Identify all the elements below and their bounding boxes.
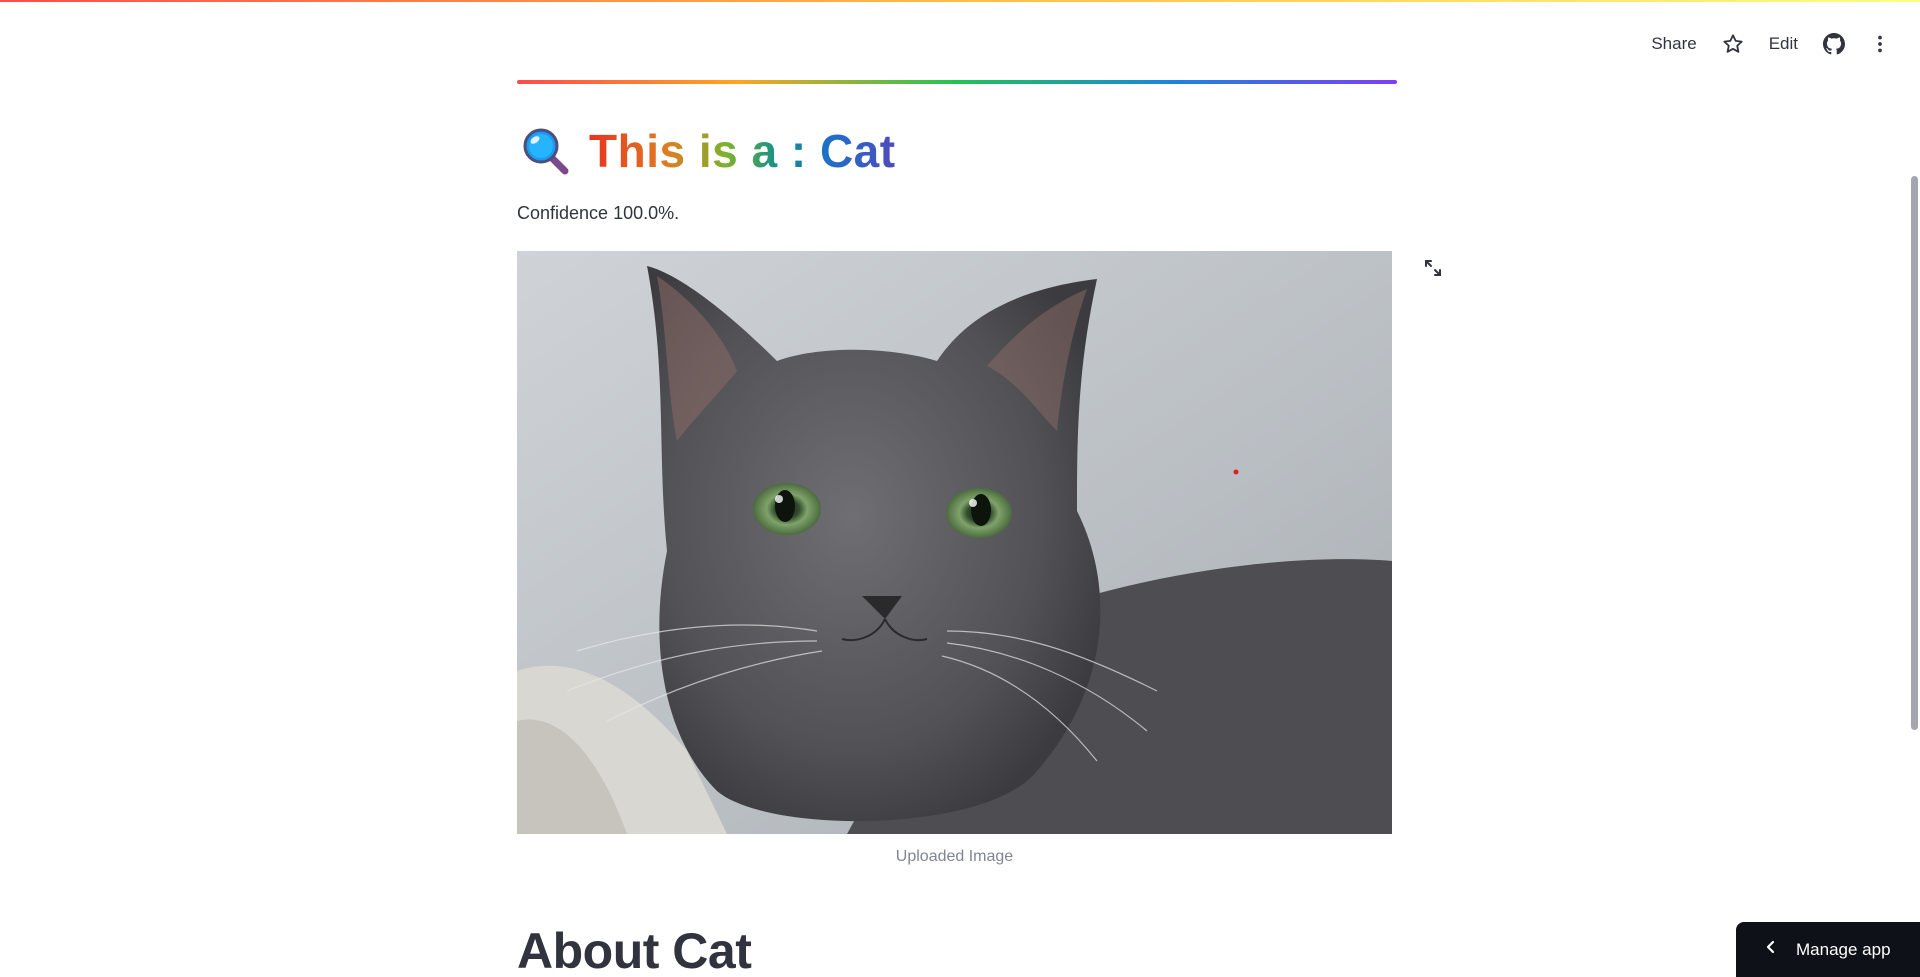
star-icon[interactable] (1717, 28, 1749, 60)
github-icon[interactable] (1818, 28, 1850, 60)
kebab-menu-icon[interactable] (1864, 28, 1896, 60)
manage-app-label: Manage app (1796, 939, 1891, 959)
page-title: This is a : Cat (589, 125, 896, 177)
magnifier-icon (521, 126, 571, 176)
share-button[interactable]: Share (1645, 30, 1702, 58)
expand-icon[interactable] (1419, 254, 1447, 282)
image-caption: Uploaded Image (895, 848, 1014, 865)
edit-button[interactable]: Edit (1763, 30, 1804, 58)
chevron-left-icon (1764, 940, 1778, 959)
page-title-row: This is a : Cat (521, 124, 896, 178)
header-toolbar: Share Edit (1645, 28, 1896, 60)
header-decoration-bar (0, 0, 1920, 2)
section-heading: About Cat (517, 923, 752, 977)
scrollbar-thumb[interactable] (1911, 176, 1918, 730)
scrollbar[interactable] (1910, 80, 1920, 977)
uploaded-image (517, 251, 1392, 834)
confidence-text: Confidence 100.0%. (517, 203, 680, 223)
manage-app-button[interactable]: Manage app (1736, 922, 1920, 977)
title-divider (517, 80, 1397, 84)
